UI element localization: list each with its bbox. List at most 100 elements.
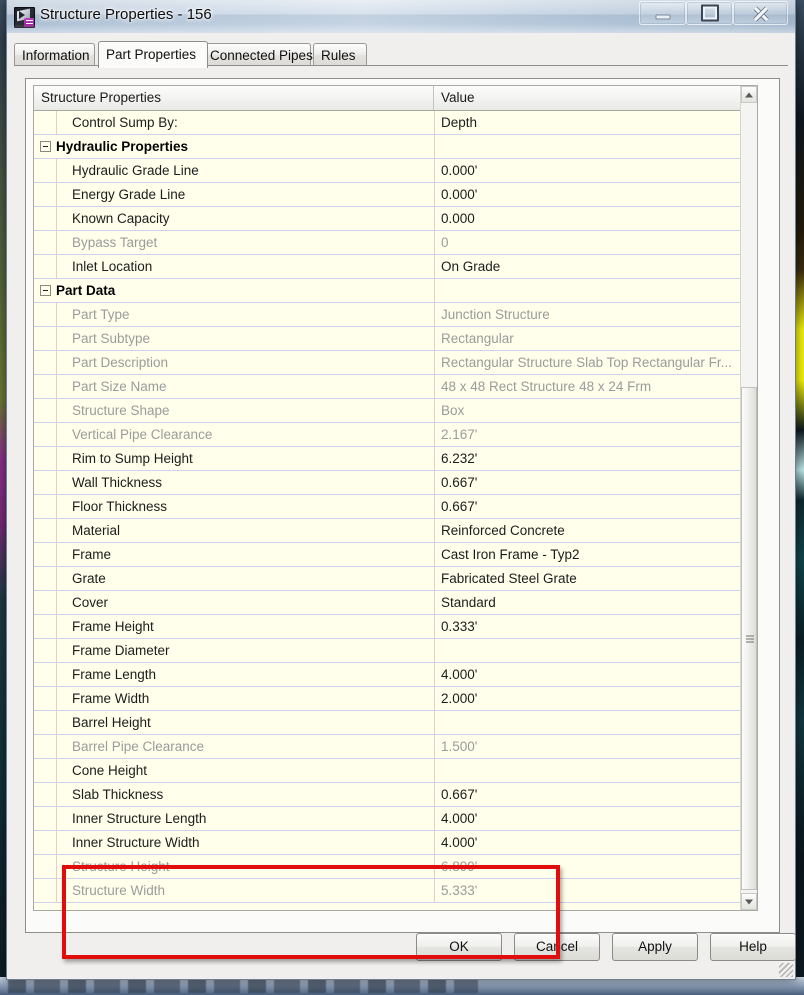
grid-row[interactable]: Bypass Target 0 [34, 231, 757, 255]
grid-row[interactable]: Cover Standard [34, 591, 757, 615]
grid-row[interactable]: Hydraulic Grade Line 0.000' [34, 159, 757, 183]
grid-row-value[interactable]: Depth [441, 111, 751, 134]
grid-row-value[interactable]: 4.000' [441, 831, 751, 854]
grid-row[interactable]: Frame Length 4.000' [34, 663, 757, 687]
grid-group-row[interactable]: Part Data [34, 279, 757, 303]
grid-row-value[interactable]: 1.500' [441, 735, 751, 758]
grid-header-structure-properties[interactable]: Structure Properties [34, 86, 434, 110]
grid-row-value[interactable]: Fabricated Steel Grate [441, 567, 751, 590]
grid-row-value[interactable]: Box [441, 399, 751, 422]
grid-row-value[interactable]: 0.000' [441, 159, 751, 182]
grid-row[interactable]: Structure Shape Box [34, 399, 757, 423]
indent-guide [56, 183, 57, 206]
grid-row[interactable]: Slab Thickness 0.667' [34, 783, 757, 807]
grid-row[interactable]: Energy Grade Line 0.000' [34, 183, 757, 207]
column-separator [434, 519, 435, 542]
minimize-icon [655, 14, 670, 20]
grid-row-value[interactable]: 0.333' [441, 615, 751, 638]
collapse-minus-icon[interactable] [40, 285, 51, 296]
grid-row-value[interactable]: 2.167' [441, 423, 751, 446]
tab-rules[interactable]: Rules [313, 43, 367, 66]
grid-row[interactable]: Structure Width 5.333' [34, 879, 757, 903]
title-bar[interactable]: Structure Properties - 156 [7, 0, 795, 34]
vertical-scrollbar[interactable] [740, 86, 757, 910]
scrollbar-thumb[interactable] [741, 387, 757, 890]
grid-row-value[interactable]: Cast Iron Frame - Typ2 [441, 543, 751, 566]
grid-row-value[interactable]: 4.000' [441, 807, 751, 830]
grid-row-value[interactable] [441, 711, 751, 734]
grid-row-value[interactable] [441, 279, 751, 302]
grid-row-value[interactable]: Junction Structure [441, 303, 751, 326]
grid-row[interactable]: Frame Height 0.333' [34, 615, 757, 639]
grid-row-label: Inner Structure Length [72, 811, 207, 826]
grid-row[interactable]: Cone Height [34, 759, 757, 783]
maximize-button[interactable] [686, 1, 733, 25]
grid-header-value[interactable]: Value [434, 86, 757, 110]
grid-row[interactable]: Barrel Pipe Clearance 1.500' [34, 735, 757, 759]
grid-row-value[interactable]: 5.333' [441, 879, 751, 902]
collapse-minus-icon[interactable] [40, 141, 51, 152]
indent-guide [56, 423, 57, 446]
ok-button[interactable]: OK [416, 933, 502, 961]
grid-row-value[interactable] [441, 759, 751, 782]
tab-connected-pipes[interactable]: Connected Pipes [202, 43, 313, 66]
grid-row[interactable]: Barrel Height [34, 711, 757, 735]
grid-row[interactable]: Grate Fabricated Steel Grate [34, 567, 757, 591]
grid-group-row[interactable]: Hydraulic Properties [34, 135, 757, 159]
grid-row-value[interactable]: 2.000' [441, 687, 751, 710]
grid-row-label: Cone Height [72, 763, 148, 778]
minimize-button[interactable] [639, 1, 686, 25]
grid-row[interactable]: Part Description Rectangular Structure Sl… [34, 351, 757, 375]
help-button[interactable]: Help [710, 933, 796, 961]
grid-row-value[interactable]: 0.000 [441, 207, 751, 230]
grid-row[interactable]: Vertical Pipe Clearance 2.167' [34, 423, 757, 447]
grid-row-value[interactable] [441, 135, 751, 158]
grid-row[interactable]: Structure Height 6.899' [34, 855, 757, 879]
column-separator [434, 327, 435, 350]
grid-row[interactable]: Control Sump By: Depth [34, 111, 757, 135]
grid-row[interactable]: Part Size Name 48 x 48 Rect Structure 48 … [34, 375, 757, 399]
grid-row-value[interactable]: 48 x 48 Rect Structure 48 x 24 Frm [441, 375, 751, 398]
grid-row-value[interactable]: 6.232' [441, 447, 751, 470]
grid-row-value[interactable]: Reinforced Concrete [441, 519, 751, 542]
grid-row-value[interactable]: Standard [441, 591, 751, 614]
tab-part-properties[interactable]: Part Properties [98, 41, 208, 68]
grid-row-value[interactable]: 4.000' [441, 663, 751, 686]
resize-grip-icon[interactable] [779, 963, 793, 977]
apply-button[interactable]: Apply [612, 933, 698, 961]
grid-row-value[interactable]: 0.667' [441, 783, 751, 806]
grid-row[interactable]: Known Capacity 0.000 [34, 207, 757, 231]
tab-information[interactable]: Information [14, 43, 95, 66]
grid-row[interactable]: Material Reinforced Concrete [34, 519, 757, 543]
grid-row-label: Vertical Pipe Clearance [72, 427, 213, 442]
grid-row[interactable]: Rim to Sump Height 6.232' [34, 447, 757, 471]
grid-row[interactable]: Inlet Location On Grade [34, 255, 757, 279]
grid-row-value[interactable]: 0.667' [441, 471, 751, 494]
structure-properties-dialog: Structure Properties - 156 Information P… [6, 0, 796, 980]
grid-row-value[interactable]: 0.000' [441, 183, 751, 206]
grid-row[interactable]: Floor Thickness 0.667' [34, 495, 757, 519]
grid-row[interactable]: Frame Cast Iron Frame - Typ2 [34, 543, 757, 567]
column-separator [434, 183, 435, 206]
grid-row-value[interactable]: Rectangular [441, 327, 751, 350]
close-button[interactable] [733, 1, 788, 25]
indent-guide [56, 519, 57, 542]
column-separator [434, 135, 435, 158]
cancel-button[interactable]: Cancel [514, 933, 600, 961]
scroll-down-button[interactable] [741, 893, 757, 910]
grid-row[interactable]: Part Type Junction Structure [34, 303, 757, 327]
grid-row[interactable]: Inner Structure Length 4.000' [34, 807, 757, 831]
grid-row[interactable]: Wall Thickness 0.667' [34, 471, 757, 495]
grid-row-value[interactable]: Rectangular Structure Slab Top Rectangul… [441, 351, 751, 374]
grid-row[interactable]: Frame Diameter [34, 639, 757, 663]
grid-row[interactable]: Frame Width 2.000' [34, 687, 757, 711]
grid-row-value[interactable]: 0.667' [441, 495, 751, 518]
grid-row[interactable]: Part Subtype Rectangular [34, 327, 757, 351]
grid-row-value[interactable] [441, 639, 751, 662]
grid-row-value[interactable]: 0 [441, 231, 751, 254]
grid-row[interactable]: Inner Structure Width 4.000' [34, 831, 757, 855]
scrollbar-grip-icon [746, 635, 754, 642]
grid-row-value[interactable]: 6.899' [441, 855, 751, 878]
scroll-up-button[interactable] [741, 86, 757, 103]
grid-row-value[interactable]: On Grade [441, 255, 751, 278]
